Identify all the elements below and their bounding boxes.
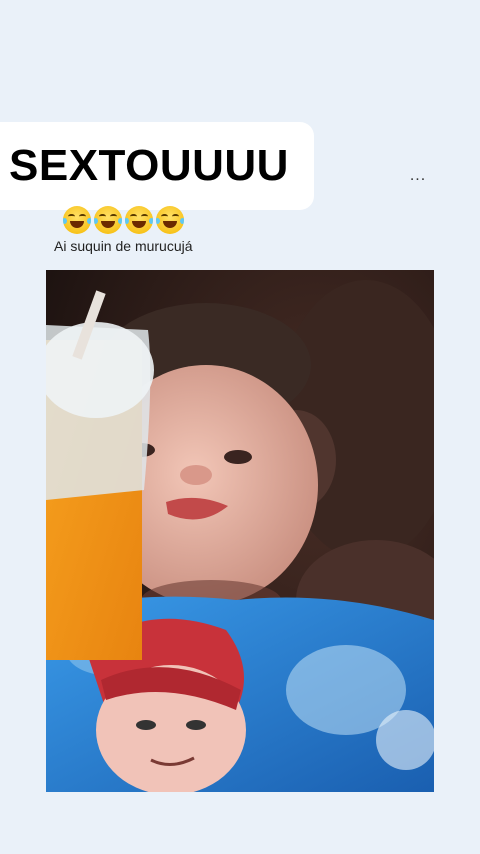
more-options-button[interactable]: ... [404, 168, 432, 184]
laughing-emoji-icon [63, 206, 91, 234]
laughing-emoji-icon [94, 206, 122, 234]
child-with-juice-photo [46, 270, 434, 792]
laughing-emoji-icon [125, 206, 153, 234]
headline-text: SEXTOUUUU [9, 141, 289, 190]
headline-box: SEXTOUUUU [0, 122, 314, 210]
caption-text: Ai suquin de murucujá [54, 238, 193, 254]
post-photo[interactable] [46, 270, 434, 792]
laughing-emoji-icon [156, 206, 184, 234]
emoji-row [63, 206, 184, 234]
